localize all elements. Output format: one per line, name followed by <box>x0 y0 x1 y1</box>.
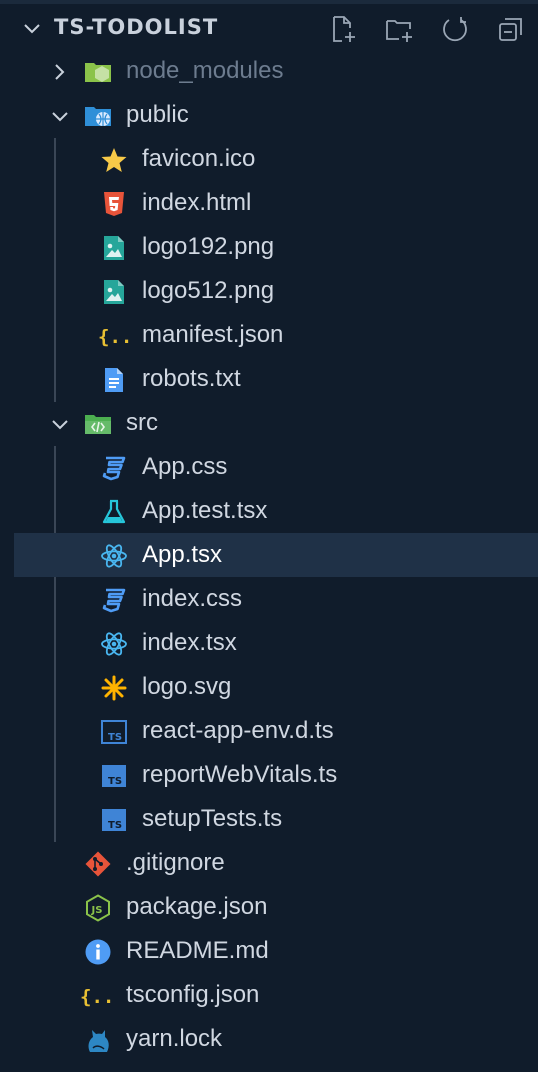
src-folder-icon <box>84 410 112 438</box>
chevron-right-icon[interactable] <box>50 62 70 82</box>
tree-item-label: tsconfig.json <box>126 981 260 1008</box>
chevron-down-icon[interactable] <box>50 106 70 126</box>
json-braces-icon: {..} <box>80 982 112 1010</box>
typescript-def-icon: TS <box>100 718 128 746</box>
svg-text:TS: TS <box>108 732 122 743</box>
chevron-down-icon[interactable] <box>50 414 70 434</box>
tree-item-label: App.test.tsx <box>142 497 268 524</box>
tree-item-label: logo512.png <box>142 277 275 304</box>
public-folder-icon <box>84 102 112 130</box>
text-file-icon <box>100 366 128 394</box>
tree-item-logo512[interactable]: logo512.png <box>0 269 538 313</box>
flask-test-icon <box>100 498 128 526</box>
tree-item-label: src <box>126 409 158 436</box>
tree-item-robots[interactable]: robots.txt <box>0 357 538 401</box>
new-folder-icon[interactable] <box>384 14 414 44</box>
tree-item-label: logo192.png <box>142 233 275 260</box>
tree-item-label: package.json <box>126 893 268 920</box>
css3-icon <box>100 454 128 482</box>
svg-text:TS: TS <box>108 776 122 787</box>
tree-item-label: setupTests.ts <box>142 805 283 832</box>
node-folder-icon <box>84 58 112 86</box>
image-file-icon <box>100 234 128 262</box>
collapse-all-icon[interactable] <box>496 14 526 44</box>
tree-item-favicon[interactable]: favicon.ico <box>0 137 538 181</box>
tree-item-src[interactable]: src <box>0 401 538 445</box>
tree-item-react-app-env[interactable]: TS react-app-env.d.ts <box>0 709 538 753</box>
project-title: TS-TODOLIST <box>54 15 219 39</box>
image-file-icon <box>100 278 128 306</box>
react-icon <box>100 542 128 570</box>
tree-item-app-tsx[interactable]: App.tsx <box>14 533 538 577</box>
tree-item-app-test[interactable]: App.test.tsx <box>0 489 538 533</box>
tree-item-label: logo.svg <box>142 673 232 700</box>
typescript-icon: TS <box>100 762 128 790</box>
tree-item-label: manifest.json <box>142 321 284 348</box>
refresh-icon[interactable] <box>440 14 470 44</box>
tree-item-package-json[interactable]: JS package.json <box>0 885 538 929</box>
tree-item-label: index.html <box>142 189 252 216</box>
tree-item-app-css[interactable]: App.css <box>0 445 538 489</box>
nodejs-icon: JS <box>84 894 112 922</box>
chevron-down-icon[interactable] <box>22 18 42 38</box>
typescript-icon: TS <box>100 806 128 834</box>
tree-item-label: index.tsx <box>142 629 237 656</box>
tree-item-label: .gitignore <box>126 849 225 876</box>
svg-text:JS: JS <box>91 905 103 916</box>
tree-item-index-tsx[interactable]: index.tsx <box>0 621 538 665</box>
new-file-icon[interactable] <box>328 14 358 44</box>
tree-item-gitignore[interactable]: .gitignore <box>0 841 538 885</box>
tree-item-manifest[interactable]: {..} manifest.json <box>0 313 538 357</box>
tree-item-report-web-vitals[interactable]: TS reportWebVitals.ts <box>0 753 538 797</box>
git-icon <box>84 850 112 878</box>
tree-item-label: react-app-env.d.ts <box>142 717 334 744</box>
yarn-cat-icon <box>84 1026 112 1054</box>
tree-item-label: yarn.lock <box>126 1025 223 1052</box>
tree-item-index-html[interactable]: index.html <box>0 181 538 225</box>
svg-text:{..}: {..} <box>98 326 130 348</box>
tree-item-label: reportWebVitals.ts <box>142 761 338 788</box>
tree-item-yarn-lock[interactable]: yarn.lock <box>0 1017 538 1061</box>
explorer-header[interactable]: TS-TODOLIST <box>0 6 538 50</box>
react-icon <box>100 630 128 658</box>
svg-asterisk-icon <box>100 674 128 702</box>
json-braces-icon: {..} <box>98 322 130 350</box>
tree-item-logo-svg[interactable]: logo.svg <box>0 665 538 709</box>
tree-item-label: App.css <box>142 453 228 480</box>
tree-item-label: App.tsx <box>142 541 223 568</box>
tree-item-label: robots.txt <box>142 365 241 392</box>
tree-item-public[interactable]: public <box>0 93 538 137</box>
tree-item-label: favicon.ico <box>142 145 256 172</box>
info-icon <box>84 938 112 966</box>
tree-item-index-css[interactable]: index.css <box>0 577 538 621</box>
tree-item-label: README.md <box>126 937 269 964</box>
svg-text:{..}: {..} <box>80 986 112 1008</box>
css3-icon <box>100 586 128 614</box>
tree-item-label: node_modules <box>126 57 284 84</box>
tree-item-label: index.css <box>142 585 243 612</box>
tree-item-logo192[interactable]: logo192.png <box>0 225 538 269</box>
svg-text:TS: TS <box>108 820 122 831</box>
tree-item-readme[interactable]: README.md <box>0 929 538 973</box>
star-icon <box>100 146 128 174</box>
tree-item-tsconfig[interactable]: {..} tsconfig.json <box>0 973 538 1017</box>
tree-item-node-modules[interactable]: node_modules <box>0 49 538 93</box>
top-border <box>0 0 538 4</box>
html5-icon <box>100 190 128 218</box>
tree-item-setup-tests[interactable]: TS setupTests.ts <box>0 797 538 841</box>
tree-item-label: public <box>126 101 189 128</box>
